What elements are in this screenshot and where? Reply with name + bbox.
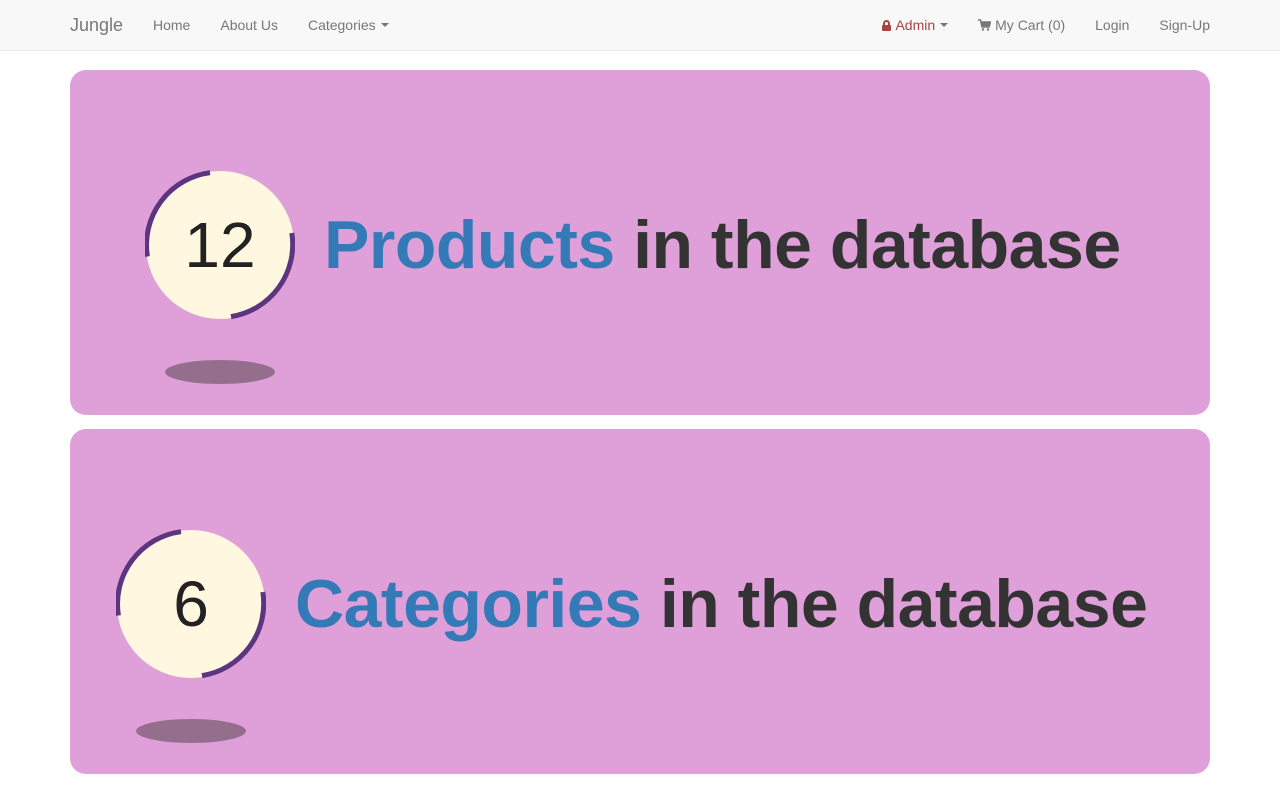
- products-headline-rest: in the database: [614, 207, 1121, 283]
- nav-right-menu: Admin My Cart (0) Login Sign-Up: [867, 0, 1210, 50]
- badge-shadow: [165, 360, 275, 384]
- nav-admin-label: Admin: [895, 17, 936, 33]
- nav-home-link[interactable]: Home: [138, 0, 205, 50]
- top-navbar: Jungle Home About Us Categories Admin My…: [0, 0, 1280, 51]
- nav-categories-dropdown[interactable]: Categories: [293, 0, 404, 50]
- categories-accent-word: Categories: [295, 566, 642, 642]
- nav-left-menu: Home About Us Categories: [138, 0, 404, 50]
- nav-cart-link[interactable]: My Cart (0): [963, 0, 1080, 50]
- products-stat-row: 12 Products in the database: [145, 170, 1121, 320]
- nav-login-link[interactable]: Login: [1080, 0, 1144, 50]
- navbar-container: Jungle Home About Us Categories Admin My…: [70, 0, 1210, 50]
- products-stat-panel: 12 Products in the database: [70, 70, 1210, 415]
- products-headline: Products in the database: [324, 206, 1121, 284]
- caret-down-icon: [380, 23, 389, 27]
- brand-link[interactable]: Jungle: [70, 0, 123, 50]
- lock-icon: [882, 19, 892, 31]
- categories-headline-rest: in the database: [641, 566, 1148, 642]
- nav-signup-link[interactable]: Sign-Up: [1144, 0, 1210, 50]
- products-accent-word: Products: [324, 207, 615, 283]
- nav-categories-label: Categories: [307, 17, 376, 33]
- cart-icon: [978, 19, 992, 31]
- categories-stat-panel: 6 Categories in the database: [70, 429, 1210, 774]
- nav-admin-dropdown[interactable]: Admin: [867, 0, 963, 50]
- caret-down-icon: [940, 23, 949, 27]
- products-count: 12: [184, 209, 256, 281]
- categories-stat-row: 6 Categories in the database: [116, 529, 1148, 679]
- badge-shadow: [136, 719, 246, 743]
- nav-cart-label: My Cart (0): [995, 17, 1066, 33]
- nav-about-link[interactable]: About Us: [205, 0, 293, 50]
- categories-headline: Categories in the database: [295, 565, 1148, 643]
- products-count-badge: 12: [145, 170, 295, 320]
- categories-count: 6: [173, 568, 209, 640]
- categories-count-badge: 6: [116, 529, 266, 679]
